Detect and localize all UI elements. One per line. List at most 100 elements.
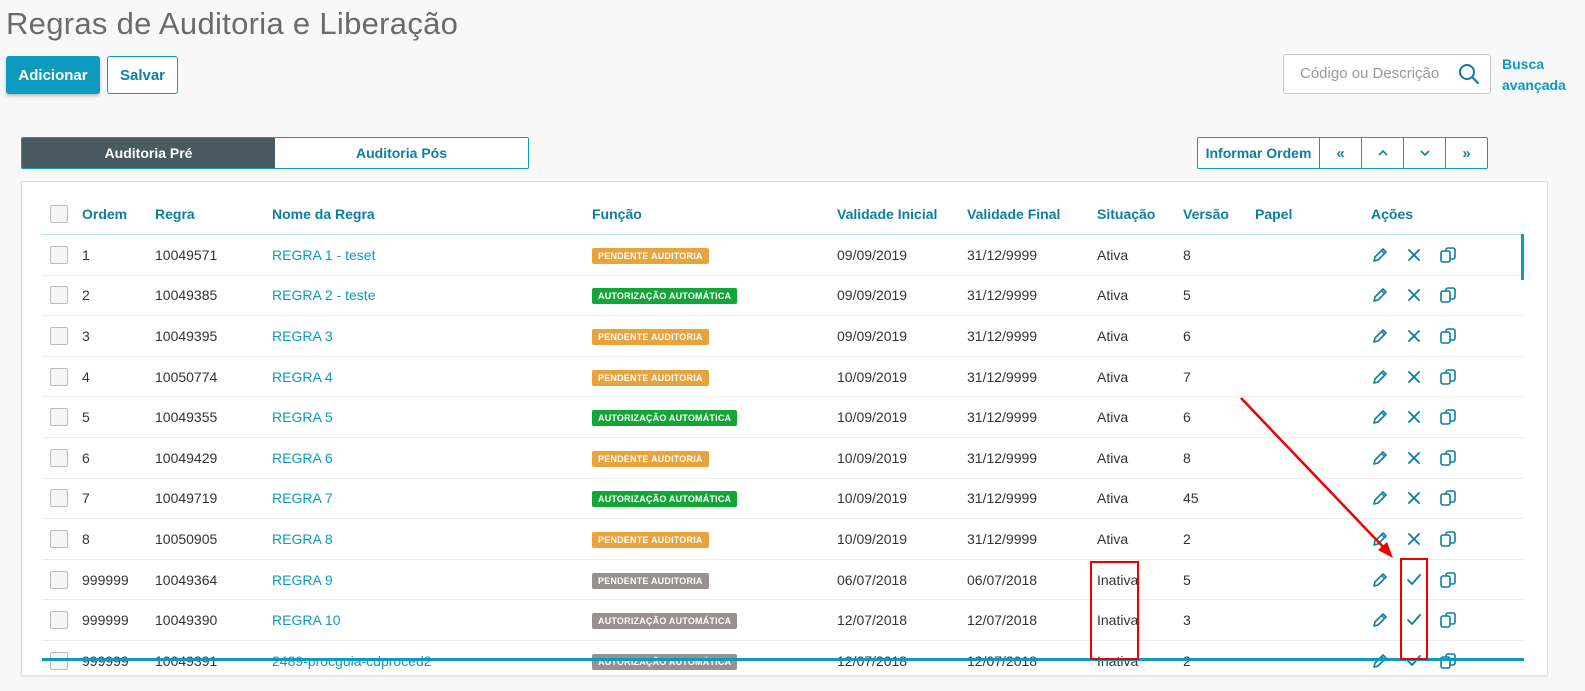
table-row[interactable]: 2 10049385 REGRA 2 - teste AUTORIZAÇÃO AUTO… [42, 276, 1524, 317]
close-icon[interactable] [1405, 286, 1423, 304]
edit-icon[interactable] [1371, 408, 1389, 426]
cell-versao: 2 [1183, 530, 1191, 547]
row-checkbox[interactable] [50, 611, 68, 630]
table-row[interactable]: 8 10050905 REGRA 8 PENDENTE AUDITORIA 10/09/… [42, 519, 1524, 560]
cell-ordem: 6 [82, 449, 90, 466]
rule-name-link[interactable]: REGRA 8 [272, 531, 592, 547]
row-checkbox[interactable] [50, 529, 68, 548]
close-icon[interactable] [1405, 530, 1423, 548]
row-checkbox[interactable] [50, 326, 68, 345]
cell-versao: 8 [1183, 246, 1191, 263]
rule-name-link[interactable]: REGRA 6 [272, 450, 592, 466]
edit-icon[interactable] [1371, 449, 1389, 467]
search-input[interactable] [1298, 64, 1452, 83]
edit-icon[interactable] [1371, 368, 1389, 386]
table-row[interactable]: 7 10049719 REGRA 7 AUTORIZAÇÃO AUTOMÁTICA 10… [42, 479, 1524, 520]
row-checkbox[interactable] [50, 408, 68, 427]
copy-icon[interactable] [1439, 246, 1457, 264]
cell-versao: 5 [1183, 287, 1191, 304]
cell-regra: 10049429 [155, 449, 218, 466]
rule-name-link[interactable]: REGRA 1 - teset [272, 247, 592, 263]
copy-icon[interactable] [1439, 449, 1457, 467]
edit-icon[interactable] [1371, 611, 1389, 629]
row-actions [1371, 408, 1521, 426]
copy-icon[interactable] [1439, 327, 1457, 345]
edit-icon[interactable] [1371, 530, 1389, 548]
col-validade-final[interactable]: Validade Final [967, 206, 1097, 222]
select-all-checkbox[interactable] [50, 205, 68, 223]
close-icon[interactable] [1405, 489, 1423, 507]
copy-icon[interactable] [1439, 368, 1457, 386]
move-last-button[interactable]: » [1445, 138, 1487, 168]
copy-icon[interactable] [1439, 571, 1457, 589]
col-papel[interactable]: Papel [1255, 206, 1371, 222]
cell-situacao: Ativa [1097, 490, 1129, 507]
rule-name-link[interactable]: REGRA 10 [272, 612, 592, 628]
save-button[interactable]: Salvar [107, 56, 178, 94]
funcao-badge: AUTORIZAÇÃO AUTOMÁTICA [592, 653, 738, 670]
edit-icon[interactable] [1371, 286, 1389, 304]
search-icon[interactable] [1458, 63, 1480, 85]
edit-icon[interactable] [1371, 246, 1389, 264]
copy-icon[interactable] [1439, 530, 1457, 548]
row-checkbox[interactable] [50, 367, 68, 386]
funcao-badge: PENDENTE AUDITORIA [592, 247, 709, 264]
close-icon[interactable] [1405, 327, 1423, 345]
funcao-badge: PENDENTE AUDITORIA [592, 450, 709, 467]
table-row[interactable]: 999999 10049390 REGRA 10 AUTORIZAÇÃO AUTOMÁ… [42, 600, 1524, 641]
rule-name-link[interactable]: REGRA 7 [272, 490, 592, 506]
rule-name-link[interactable]: REGRA 9 [272, 572, 592, 588]
table-row[interactable]: 1 10049571 REGRA 1 - teset PENDENTE AUDITOR… [42, 235, 1524, 276]
row-actions [1371, 286, 1521, 304]
copy-icon[interactable] [1439, 408, 1457, 426]
table-row[interactable]: 3 10049395 REGRA 3 PENDENTE AUDITORIA 09/09/… [42, 316, 1524, 357]
cell-ordem: 1 [82, 246, 90, 263]
col-nome[interactable]: Nome da Regra [272, 206, 592, 222]
advanced-search-link[interactable]: Busca avançada [1502, 54, 1566, 96]
move-up-button[interactable] [1361, 138, 1403, 168]
close-icon[interactable] [1405, 449, 1423, 467]
col-validade-inicial[interactable]: Validade Inicial [837, 206, 967, 222]
row-checkbox[interactable] [50, 245, 68, 264]
double-chevron-left-icon: « [1336, 144, 1345, 162]
copy-icon[interactable] [1439, 286, 1457, 304]
table-row[interactable]: 4 10050774 REGRA 4 PENDENTE AUDITORIA 10/09/… [42, 357, 1524, 398]
cell-regra: 10049385 [155, 287, 218, 304]
order-controls: Informar Ordem « » [1197, 137, 1488, 169]
add-button[interactable]: Adicionar [6, 56, 100, 94]
cell-validade-final: 31/12/9999 [967, 449, 1038, 466]
row-checkbox[interactable] [50, 448, 68, 467]
col-situacao[interactable]: Situação [1097, 206, 1183, 222]
table-row[interactable]: 5 10049355 REGRA 5 AUTORIZAÇÃO AUTOMÁTICA 10… [42, 397, 1524, 438]
chevron-down-icon [1419, 150, 1430, 157]
tab-auditoria-pre[interactable]: Auditoria Pré [22, 138, 275, 168]
copy-icon[interactable] [1439, 611, 1457, 629]
rule-name-link[interactable]: REGRA 3 [272, 328, 592, 344]
col-versao[interactable]: Versão [1183, 206, 1255, 222]
rule-name-link[interactable]: REGRA 2 - teste [272, 287, 592, 303]
move-down-button[interactable] [1403, 138, 1445, 168]
rule-name-link[interactable]: REGRA 5 [272, 409, 592, 425]
rule-name-link[interactable]: REGRA 4 [272, 369, 592, 385]
table-row[interactable]: 999999 10049364 REGRA 9 PENDENTE AUDITORIA 0… [42, 560, 1524, 601]
edit-icon[interactable] [1371, 571, 1389, 589]
col-funcao[interactable]: Função [592, 206, 837, 222]
edit-icon[interactable] [1371, 489, 1389, 507]
close-icon[interactable] [1405, 408, 1423, 426]
table-row[interactable]: 6 10049429 REGRA 6 PENDENTE AUDITORIA 10/09/… [42, 438, 1524, 479]
col-ordem[interactable]: Ordem [82, 206, 155, 222]
close-icon[interactable] [1405, 368, 1423, 386]
scroll-indicator[interactable] [1521, 234, 1524, 280]
informar-ordem-button[interactable]: Informar Ordem [1198, 138, 1319, 168]
copy-icon[interactable] [1439, 489, 1457, 507]
row-checkbox[interactable] [50, 570, 68, 589]
row-checkbox[interactable] [50, 489, 68, 508]
tab-auditoria-pos[interactable]: Auditoria Pós [275, 138, 528, 168]
col-regra[interactable]: Regra [155, 206, 272, 222]
edit-icon[interactable] [1371, 327, 1389, 345]
move-first-button[interactable]: « [1319, 138, 1361, 168]
cell-versao: 45 [1183, 490, 1199, 507]
close-icon[interactable] [1405, 246, 1423, 264]
cell-validade-inicial: 09/09/2019 [837, 287, 908, 304]
row-checkbox[interactable] [50, 286, 68, 305]
